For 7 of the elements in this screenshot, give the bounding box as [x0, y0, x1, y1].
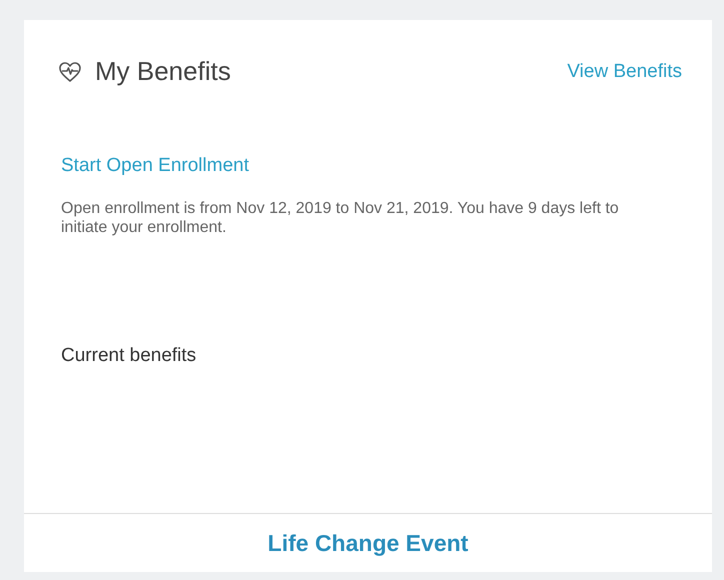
card-title: My Benefits: [95, 56, 231, 87]
life-change-event-link[interactable]: Life Change Event: [268, 530, 468, 556]
start-enrollment-link[interactable]: Start Open Enrollment: [61, 155, 249, 177]
view-benefits-link[interactable]: View Benefits: [567, 60, 682, 82]
heart-pulse-icon: [58, 60, 82, 82]
section-label: Current benefits: [61, 345, 198, 367]
enrollment-description: Open enrollment is from Nov 12, 2019 to Nov 21, 2019. You have 9 days left to initiate your enrollment.: [61, 199, 620, 237]
